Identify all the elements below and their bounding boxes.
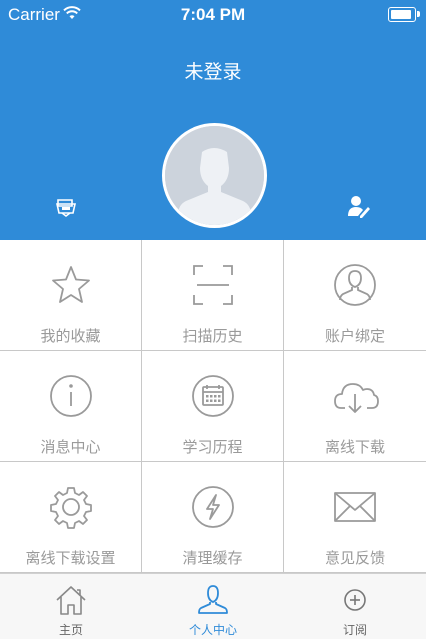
function-grid: 我的收藏 扫描历史 账户绑定 消息中心 学习历程 离线下载 离线下载设置 清理缓… <box>0 240 426 573</box>
grid-item-label: 学习历程 <box>182 438 243 456</box>
grid-item-label: 账户绑定 <box>324 327 385 345</box>
grid-item-message-center[interactable]: 消息中心 <box>0 351 142 462</box>
info-circle-icon <box>49 375 92 417</box>
grid-item-offline-download[interactable]: 离线下载 <box>284 351 426 462</box>
avatar[interactable] <box>162 123 267 228</box>
grid-item-label: 意见反馈 <box>324 549 385 567</box>
tab-home[interactable]: 主页 <box>0 574 142 640</box>
cloud-download-icon <box>334 383 379 413</box>
battery-icon <box>388 7 420 22</box>
envelope-icon <box>334 492 376 522</box>
login-status-title: 未登录 <box>184 61 242 83</box>
tab-label: 个人中心 <box>188 623 237 637</box>
profile-header: 未登录 <box>0 28 426 240</box>
grid-item-label: 我的收藏 <box>40 327 101 345</box>
user-circle-icon <box>334 264 376 306</box>
grid-item-learning-history[interactable]: 学习历程 <box>142 351 284 462</box>
lightning-circle-icon <box>191 486 234 528</box>
tab-label: 订阅 <box>342 623 367 637</box>
grid-item-clear-cache[interactable]: 清理缓存 <box>142 462 284 573</box>
grid-item-account-binding[interactable]: 账户绑定 <box>284 240 426 351</box>
star-icon <box>51 266 90 303</box>
grid-item-feedback[interactable]: 意见反馈 <box>284 462 426 573</box>
tab-label: 主页 <box>58 623 83 637</box>
grid-item-label: 消息中心 <box>40 438 101 456</box>
grid-item-scan-history[interactable]: 扫描历史 <box>142 240 284 351</box>
tab-personal-center[interactable]: 个人中心 <box>142 574 284 640</box>
plus-circle-icon <box>344 589 366 611</box>
tab-subscribe[interactable]: 订阅 <box>284 574 426 640</box>
calendar-circle-icon <box>191 375 234 417</box>
home-icon <box>56 586 86 615</box>
grid-item-label: 离线下载设置 <box>25 549 116 567</box>
grid-item-label: 扫描历史 <box>182 327 243 345</box>
tab-bar: 主页 个人中心 订阅 <box>0 573 426 639</box>
person-icon <box>198 585 228 614</box>
status-bar: Carrier 7:04 PM <box>0 0 426 28</box>
card-id-icon[interactable] <box>53 194 79 220</box>
grid-item-label: 离线下载 <box>324 438 385 456</box>
status-time: 7:04 PM <box>180 5 246 24</box>
scan-frame-icon <box>192 265 233 305</box>
grid-item-label: 清理缓存 <box>182 549 243 567</box>
gear-icon <box>49 487 92 529</box>
grid-item-offline-download-settings[interactable]: 离线下载设置 <box>0 462 142 573</box>
grid-item-favorites[interactable]: 我的收藏 <box>0 240 142 351</box>
battery-fill <box>391 10 411 19</box>
edit-profile-icon[interactable] <box>346 194 372 220</box>
